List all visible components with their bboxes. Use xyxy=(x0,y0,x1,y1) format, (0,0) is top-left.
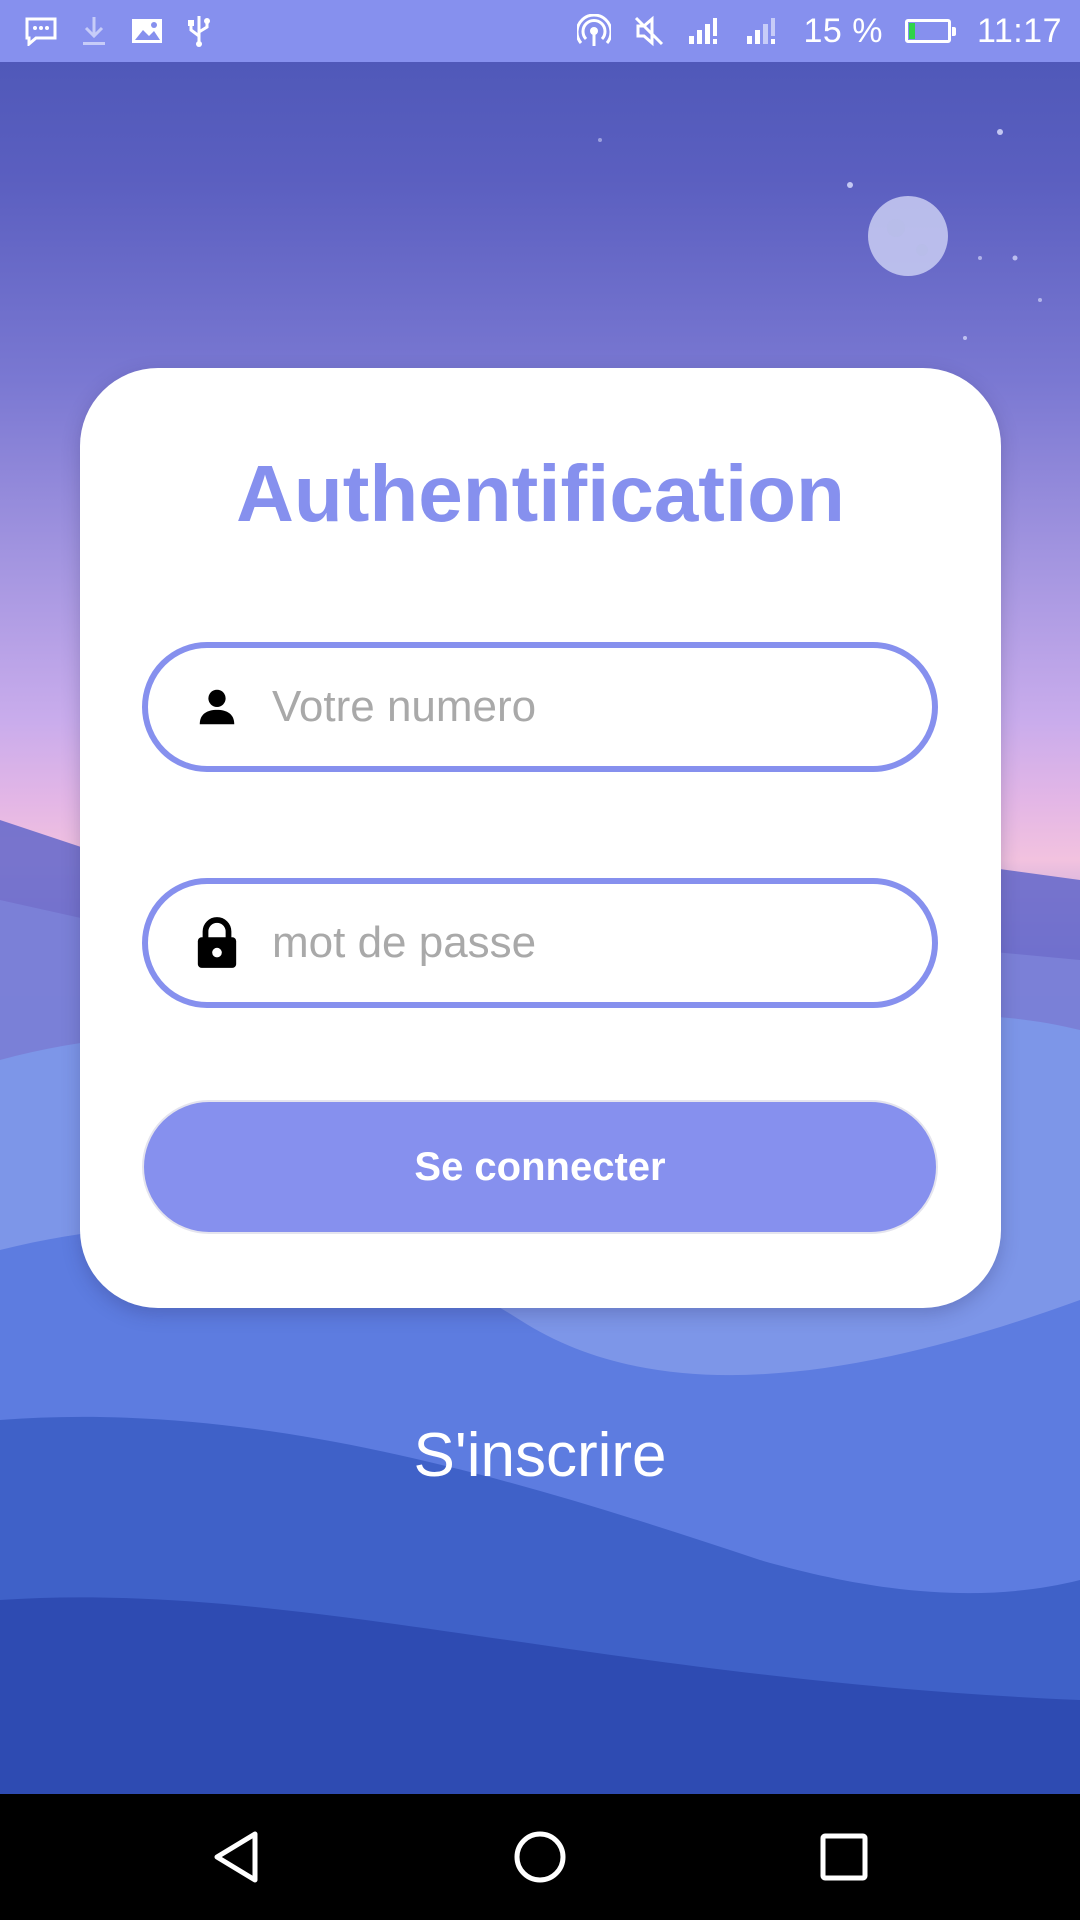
password-input[interactable] xyxy=(272,918,912,968)
register-link[interactable]: S'inscrire xyxy=(0,1420,1080,1491)
lock-icon xyxy=(192,917,242,968)
auth-card: Authentification Se connecter xyxy=(80,368,1001,1308)
phone-input[interactable] xyxy=(272,682,912,732)
battery-level-fill xyxy=(908,23,915,39)
image-icon xyxy=(130,16,164,46)
moon xyxy=(868,196,948,276)
usb-icon xyxy=(186,14,212,48)
recents-icon[interactable] xyxy=(811,1824,877,1890)
password-field[interactable] xyxy=(142,878,938,1008)
clock: 11:17 xyxy=(976,11,1062,50)
person-icon xyxy=(192,682,242,732)
phone-field[interactable] xyxy=(142,642,938,772)
status-bar-right: 15 % 11:17 xyxy=(577,12,1062,51)
download-icon xyxy=(80,15,108,47)
back-icon[interactable] xyxy=(203,1824,269,1890)
message-icon xyxy=(24,16,58,46)
battery-percent: 15 % xyxy=(803,11,883,50)
navigation-bar xyxy=(0,1794,1080,1920)
app-screen: 15 % 11:17 Authentification Se connecter… xyxy=(0,0,1080,1920)
mute-icon xyxy=(633,15,665,47)
login-button[interactable]: Se connecter xyxy=(142,1100,938,1234)
battery-icon xyxy=(904,19,956,43)
page-title: Authentification xyxy=(236,449,845,538)
status-bar: 15 % 11:17 xyxy=(0,0,1080,62)
home-icon[interactable] xyxy=(507,1824,573,1890)
hotspot-icon xyxy=(577,14,612,48)
signal-icon xyxy=(687,16,723,46)
status-bar-left xyxy=(24,14,212,48)
signal-icon xyxy=(745,16,781,46)
